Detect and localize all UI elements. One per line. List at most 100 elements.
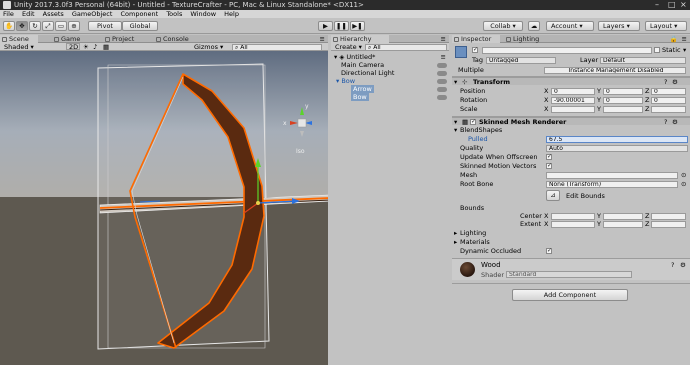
inspector-menu-icon[interactable]: ≡ xyxy=(682,35,687,43)
pulled-input[interactable]: 67.5 xyxy=(546,135,688,143)
global-toggle[interactable]: Global xyxy=(122,21,158,31)
tab-lighting[interactable]: Lighting xyxy=(504,35,550,43)
visibility-icon[interactable] xyxy=(437,86,447,92)
position-x-input[interactable]: 0 xyxy=(551,87,595,95)
collab-dropdown[interactable]: Collab ▾ xyxy=(483,21,523,31)
mesh-field[interactable] xyxy=(546,171,678,179)
foldout-arrow-icon[interactable]: ▸ xyxy=(454,229,457,237)
help-icon[interactable]: ? xyxy=(664,78,667,86)
layers-dropdown[interactable]: Layers ▾ xyxy=(598,21,640,31)
hierarchy-item-bow[interactable]: ▾ Bow xyxy=(331,77,449,85)
tab-project[interactable]: Project xyxy=(103,35,145,43)
object-picker-icon[interactable]: ⊙ xyxy=(681,180,686,188)
scene-view[interactable]: y x Iso xyxy=(0,51,328,365)
shader-dropdown[interactable]: Standard xyxy=(506,271,632,278)
scene-search-input[interactable]: ⌕ All xyxy=(232,43,322,51)
preset-icon[interactable]: ⚙ xyxy=(680,261,686,269)
rotate-tool-button[interactable]: ↻ xyxy=(29,21,41,31)
materials-foldout[interactable]: ▸ Materials xyxy=(452,238,690,246)
menu-assets[interactable]: Assets xyxy=(43,10,64,18)
smr-enabled-checkbox[interactable]: ✓ xyxy=(470,119,476,125)
extent-z-input[interactable] xyxy=(651,220,686,228)
menu-gameobject[interactable]: GameObject xyxy=(72,10,113,18)
tab-inspector[interactable]: Inspector xyxy=(452,35,500,43)
lock-icon[interactable]: 🔒 xyxy=(670,35,678,43)
tag-dropdown[interactable]: Untagged xyxy=(486,56,556,64)
edit-bounds-button[interactable]: ⊿ xyxy=(546,190,560,201)
scene-canvas[interactable]: y x Iso xyxy=(0,51,328,365)
visibility-icon[interactable] xyxy=(437,94,447,100)
update-offscreen-checkbox[interactable]: ✓ xyxy=(546,154,552,160)
material-header[interactable]: Wood Shader Standard ? ⚙ xyxy=(452,259,690,280)
pivot-toggle[interactable]: Pivot xyxy=(88,21,122,31)
hierarchy-menu-icon[interactable]: ≡ xyxy=(441,35,446,43)
tab-hierarchy[interactable]: Hierarchy xyxy=(331,35,389,43)
maximize-icon[interactable]: □ xyxy=(668,0,676,10)
root-bone-field[interactable]: None (Transform) xyxy=(546,180,678,188)
smr-header[interactable]: ▾ ▦ ✓ Skinned Mesh Renderer ? ⚙ xyxy=(452,117,690,126)
menu-edit[interactable]: Edit xyxy=(22,10,35,18)
account-dropdown[interactable]: Account ▾ xyxy=(546,21,594,31)
visibility-icon[interactable] xyxy=(437,78,447,84)
scale-y-input[interactable] xyxy=(603,105,643,113)
close-icon[interactable]: × xyxy=(680,0,687,10)
move-tool-button[interactable]: ✥ xyxy=(16,21,28,31)
dynamic-occluded-checkbox[interactable]: ✓ xyxy=(546,248,552,254)
add-component-button[interactable]: Add Component xyxy=(512,289,628,301)
hierarchy-item-arrow[interactable]: Arrow xyxy=(331,85,449,93)
rect-tool-button[interactable]: ▭ xyxy=(55,21,67,31)
foldout-arrow-icon[interactable]: ▾ xyxy=(454,118,457,126)
layout-dropdown[interactable]: Layout ▾ xyxy=(645,21,687,31)
menu-component[interactable]: Component xyxy=(120,10,158,18)
static-dropdown-icon[interactable]: ▾ xyxy=(683,46,686,54)
position-y-input[interactable]: 0 xyxy=(603,87,643,95)
audio-toggle-icon[interactable]: ♪ xyxy=(93,43,97,51)
transform-tool-button[interactable]: ⊕ xyxy=(68,21,80,31)
visibility-icon[interactable] xyxy=(437,62,447,68)
orient-cube[interactable] xyxy=(297,118,307,128)
quality-dropdown[interactable]: Auto xyxy=(546,144,688,152)
hand-tool-button[interactable]: ✋ xyxy=(3,21,15,31)
pause-button[interactable]: ❚❚ xyxy=(334,21,349,31)
scale-tool-button[interactable]: ⤢ xyxy=(42,21,54,31)
menu-help[interactable]: Help xyxy=(224,10,239,18)
rotation-x-input[interactable]: -90.00001 xyxy=(551,96,595,104)
tab-game[interactable]: Game xyxy=(52,35,90,43)
tab-console[interactable]: Console xyxy=(154,35,196,43)
projection-label[interactable]: Iso xyxy=(296,148,305,155)
center-z-input[interactable] xyxy=(651,212,686,220)
help-icon[interactable]: ? xyxy=(671,261,674,269)
preset-icon[interactable]: ⚙ xyxy=(672,78,678,86)
gizmos-dropdown[interactable]: Gizmos ▾ xyxy=(192,43,228,51)
scene-options-icon[interactable]: ≡ xyxy=(441,53,446,61)
layer-dropdown[interactable]: Default xyxy=(600,56,686,64)
menu-tools[interactable]: Tools xyxy=(166,10,182,18)
rotation-y-input[interactable]: 0 xyxy=(603,96,643,104)
scale-x-input[interactable] xyxy=(551,105,595,113)
cloud-button[interactable]: ☁ xyxy=(528,21,540,31)
foldout-arrow-icon[interactable]: ▾ xyxy=(454,78,457,86)
rotation-z-input[interactable]: 0 xyxy=(651,96,686,104)
foldout-arrow-icon[interactable]: ▾ xyxy=(454,126,457,134)
blendshapes-row[interactable]: ▾ BlendShapes xyxy=(452,126,690,134)
menu-window[interactable]: Window xyxy=(190,10,216,18)
minimize-icon[interactable]: – xyxy=(655,0,659,10)
position-z-input[interactable]: 0 xyxy=(651,87,686,95)
gizmo-center[interactable] xyxy=(256,201,260,205)
visibility-icon[interactable] xyxy=(437,70,447,76)
extent-y-input[interactable] xyxy=(603,220,643,228)
object-name-input[interactable] xyxy=(482,46,652,54)
scale-z-input[interactable] xyxy=(651,105,686,113)
tab-scene[interactable]: Scene xyxy=(0,35,38,43)
lighting-foldout[interactable]: ▸ Lighting xyxy=(452,229,690,237)
hierarchy-item-main-camera[interactable]: Main Camera xyxy=(331,61,449,69)
step-button[interactable]: ▶❚ xyxy=(350,21,365,31)
help-icon[interactable]: ? xyxy=(664,118,667,126)
hierarchy-item-directional-light[interactable]: Directional Light xyxy=(331,69,449,77)
preset-icon[interactable]: ⚙ xyxy=(672,118,678,126)
center-x-input[interactable] xyxy=(551,212,595,220)
center-y-input[interactable] xyxy=(603,212,643,220)
panel-menu-icon[interactable]: ≡ xyxy=(320,35,325,43)
hierarchy-search-input[interactable]: ⌕ All xyxy=(365,43,447,51)
object-picker-icon[interactable]: ⊙ xyxy=(681,171,686,179)
